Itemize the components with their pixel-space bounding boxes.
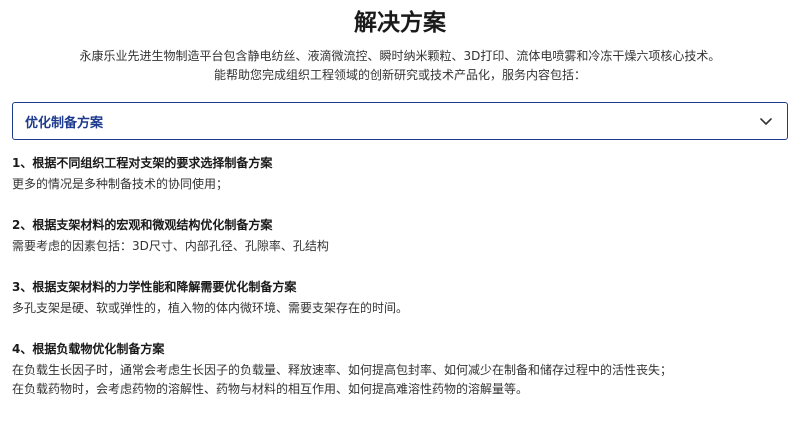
accordion-label: 优化制备方案 xyxy=(25,115,104,131)
solutions-page: 解决方案 永康乐业先进生物制造平台包含静电纺丝、液滴微流控、瞬时纳米颗粒、3D打… xyxy=(0,0,800,431)
page-title: 解决方案 xyxy=(354,10,446,36)
item-title: 2、根据支架材料的宏观和微观结构优化制备方案 xyxy=(12,218,273,232)
intro-line-1: 永康乐业先进生物制造平台包含静电纺丝、液滴微流控、瞬时纳米颗粒、3D打印、流体电… xyxy=(79,49,721,63)
item-text: 更多的情况是多种制备技术的协同使用； xyxy=(12,177,229,191)
item-text: 在负载药物时，会考虑药物的溶解性、药物与材料的相互作用、如何提高难溶性药物的溶解… xyxy=(12,382,529,396)
chevron-down-icon[interactable] xyxy=(759,114,773,128)
item-text: 需要考虑的因素包括：3D尺寸、内部孔径、孔隙率、孔结构 xyxy=(12,239,329,253)
item-text: 多孔支架是硬、软或弹性的，植入物的体内微环境、需要支架存在的时间。 xyxy=(12,301,409,315)
list-item: 3、根据支架材料的力学性能和降解需要优化制备方案 多孔支架是硬、软或弹性的，植入… xyxy=(12,278,788,318)
list-item: 2、根据支架材料的宏观和微观结构优化制备方案 需要考虑的因素包括：3D尺寸、内部… xyxy=(12,216,788,256)
solution-list: 1、根据不同组织工程对支架的要求选择制备方案 更多的情况是多种制备技术的协同使用… xyxy=(12,154,788,399)
list-item: 1、根据不同组织工程对支架的要求选择制备方案 更多的情况是多种制备技术的协同使用… xyxy=(12,154,788,194)
list-item: 4、根据负载物优化制备方案 在负载生长因子时，通常会考虑生长因子的负载量、释放速… xyxy=(12,340,788,399)
item-title: 3、根据支架材料的力学性能和降解需要优化制备方案 xyxy=(12,280,297,294)
item-title: 4、根据负载物优化制备方案 xyxy=(12,342,165,356)
item-title: 1、根据不同组织工程对支架的要求选择制备方案 xyxy=(12,156,273,170)
item-text: 在负载生长因子时，通常会考虑生长因子的负载量、释放速率、如何提高包封率、如何减少… xyxy=(12,363,673,377)
intro-line-2: 能帮助您完成组织工程领域的创新研究或技术产品化，服务内容包括： xyxy=(213,68,586,82)
intro-text: 永康乐业先进生物制造平台包含静电纺丝、液滴微流控、瞬时纳米颗粒、3D打印、流体电… xyxy=(12,47,788,85)
accordion-optimize-preparation[interactable]: 优化制备方案 xyxy=(12,102,788,140)
